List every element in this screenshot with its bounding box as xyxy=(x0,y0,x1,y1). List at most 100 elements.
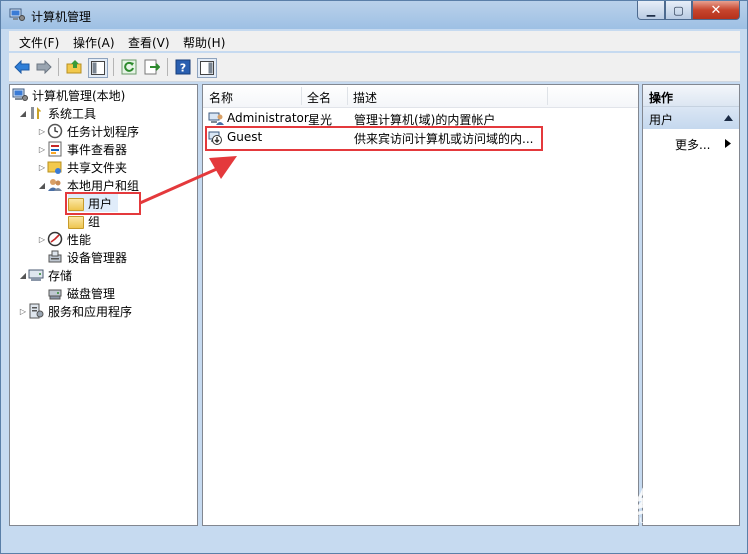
back-button[interactable] xyxy=(13,58,31,76)
tree-label: 本地用户和组 xyxy=(67,178,140,193)
collapse-triangle-icon[interactable]: ◢ xyxy=(18,271,28,280)
performance-icon xyxy=(47,231,63,247)
minimize-button[interactable]: ▁ xyxy=(637,1,665,20)
computer-management-window: 计算机管理 ▁ ▢ ✕ 文件(F) 操作(A) 查看(V) 帮助(H) ? 计算… xyxy=(0,0,748,554)
tree-item-storage[interactable]: ◢ 存储 xyxy=(18,266,72,284)
action-more[interactable]: 更多... xyxy=(675,136,731,153)
tree-label: 存储 xyxy=(48,268,73,283)
back-arrow-icon xyxy=(14,60,30,74)
up-one-level-button[interactable] xyxy=(65,58,83,76)
action-section-users[interactable]: 用户 xyxy=(643,107,739,129)
tree-item-event-viewer[interactable]: ▷ 事件查看器 xyxy=(37,140,127,158)
tree-label: 磁盘管理 xyxy=(67,286,116,301)
menu-action[interactable]: 操作(A) xyxy=(73,34,115,51)
minimize-icon: ▁ xyxy=(646,3,656,17)
refresh-icon xyxy=(121,59,137,75)
tree-item-performance[interactable]: ▷ 性能 xyxy=(37,230,91,248)
up-folder-icon xyxy=(66,60,82,74)
watermark-url: jingyan.baidu.com xyxy=(578,515,671,526)
tree-label: 计算机管理(本地) xyxy=(32,88,126,103)
maximize-button[interactable]: ▢ xyxy=(665,1,692,20)
tree-item-shared-folders[interactable]: ▷ 共享文件夹 xyxy=(37,158,127,176)
tree-label: 系统工具 xyxy=(48,106,97,121)
tree-item-disk-management[interactable]: 磁盘管理 xyxy=(47,284,115,302)
column-separator[interactable] xyxy=(347,87,348,105)
column-separator[interactable] xyxy=(547,87,548,105)
expand-triangle-icon[interactable]: ▷ xyxy=(37,163,47,172)
tree-label: 性能 xyxy=(67,232,92,247)
device-manager-icon xyxy=(47,249,63,265)
system-tools-icon xyxy=(28,105,44,121)
collapse-triangle-icon[interactable]: ◢ xyxy=(18,109,28,118)
column-separator[interactable] xyxy=(301,87,302,105)
services-apps-icon xyxy=(28,303,44,319)
column-header-row: 名称 全名 描述 xyxy=(203,85,638,108)
tree-label: 共享文件夹 xyxy=(67,160,128,175)
menu-file[interactable]: 文件(F) xyxy=(19,34,59,51)
title-bar[interactable]: 计算机管理 ▁ ▢ ✕ xyxy=(1,1,747,29)
refresh-button[interactable] xyxy=(120,58,138,76)
user-list-pane: 名称 全名 描述 Administrator 星光 管理计算机(域)的内置帐户 … xyxy=(202,84,639,526)
action-section-label: 用户 xyxy=(649,113,674,127)
tree-item-computer-management[interactable]: 计算机管理(本地) xyxy=(12,86,125,104)
export-list-button[interactable] xyxy=(143,58,161,76)
event-viewer-icon xyxy=(47,141,63,157)
tree-label: 事件查看器 xyxy=(67,142,128,157)
users-groups-icon xyxy=(47,177,63,193)
row-name: Administrator xyxy=(227,111,309,125)
table-row[interactable]: Administrator 星光 管理计算机(域)的内置帐户 xyxy=(206,109,636,127)
action-header-label: 操作 xyxy=(649,91,674,105)
export-list-icon xyxy=(144,59,160,75)
show-hide-tree-icon xyxy=(91,61,105,75)
svg-text:?: ? xyxy=(180,62,186,75)
close-button[interactable]: ✕ xyxy=(692,1,740,20)
expand-triangle-icon[interactable]: ▷ xyxy=(37,127,47,136)
maximize-icon: ▢ xyxy=(673,3,684,17)
help-icon: ? xyxy=(175,59,191,75)
folder-icon xyxy=(68,213,84,229)
tree-label: 任务计划程序 xyxy=(67,124,140,139)
menu-bar: 文件(F) 操作(A) 查看(V) 帮助(H) xyxy=(9,31,740,51)
toolbar: ? xyxy=(9,53,740,82)
tree-item-device-manager[interactable]: 设备管理器 xyxy=(47,248,127,266)
action-pane: 操作 用户 更多... xyxy=(642,84,740,526)
tree-item-services-apps[interactable]: ▷ 服务和应用程序 xyxy=(18,302,132,320)
tree-item-system-tools[interactable]: ◢ 系统工具 xyxy=(18,104,96,122)
collapse-triangle-icon[interactable]: ◢ xyxy=(37,181,47,190)
window-title: 计算机管理 xyxy=(31,10,92,24)
action-pane-icon xyxy=(200,61,214,75)
help-button[interactable]: ? xyxy=(174,58,192,76)
baidu-jingyan-watermark: Bai 经验 jingyan.baidu.com xyxy=(576,479,695,526)
submenu-arrow-icon xyxy=(725,139,731,148)
column-header-name[interactable]: 名称 xyxy=(209,89,233,106)
expand-triangle-icon[interactable]: ▷ xyxy=(37,235,47,244)
tree-label: 设备管理器 xyxy=(67,250,128,265)
column-header-fullname[interactable]: 全名 xyxy=(307,89,331,106)
disk-management-icon xyxy=(47,285,63,301)
toolbar-separator xyxy=(113,58,114,76)
show-hide-action-pane-button[interactable] xyxy=(197,58,217,78)
toolbar-separator xyxy=(167,58,168,76)
tree-label: 服务和应用程序 xyxy=(48,304,133,319)
forward-button[interactable] xyxy=(35,58,53,76)
storage-icon xyxy=(28,267,44,283)
expand-triangle-icon[interactable]: ▷ xyxy=(37,145,47,154)
tree-label: 组 xyxy=(88,214,101,229)
menu-help[interactable]: 帮助(H) xyxy=(183,34,225,51)
action-pane-header: 操作 xyxy=(643,85,739,107)
toolbar-separator xyxy=(58,58,59,76)
forward-arrow-icon xyxy=(36,60,52,74)
column-header-description[interactable]: 描述 xyxy=(353,89,377,106)
action-more-label: 更多... xyxy=(675,138,711,152)
annotation-arrow-icon xyxy=(139,156,237,205)
highlight-box-users xyxy=(65,192,141,215)
close-icon: ✕ xyxy=(710,2,722,18)
show-hide-tree-button[interactable] xyxy=(88,58,108,78)
menu-view[interactable]: 查看(V) xyxy=(128,34,170,51)
collapse-up-icon[interactable] xyxy=(724,115,733,121)
clock-icon xyxy=(47,123,63,139)
computer-management-icon xyxy=(12,87,28,103)
tree-item-task-scheduler[interactable]: ▷ 任务计划程序 xyxy=(37,122,139,140)
expand-triangle-icon[interactable]: ▷ xyxy=(18,307,28,316)
highlight-box-guest xyxy=(205,126,543,151)
